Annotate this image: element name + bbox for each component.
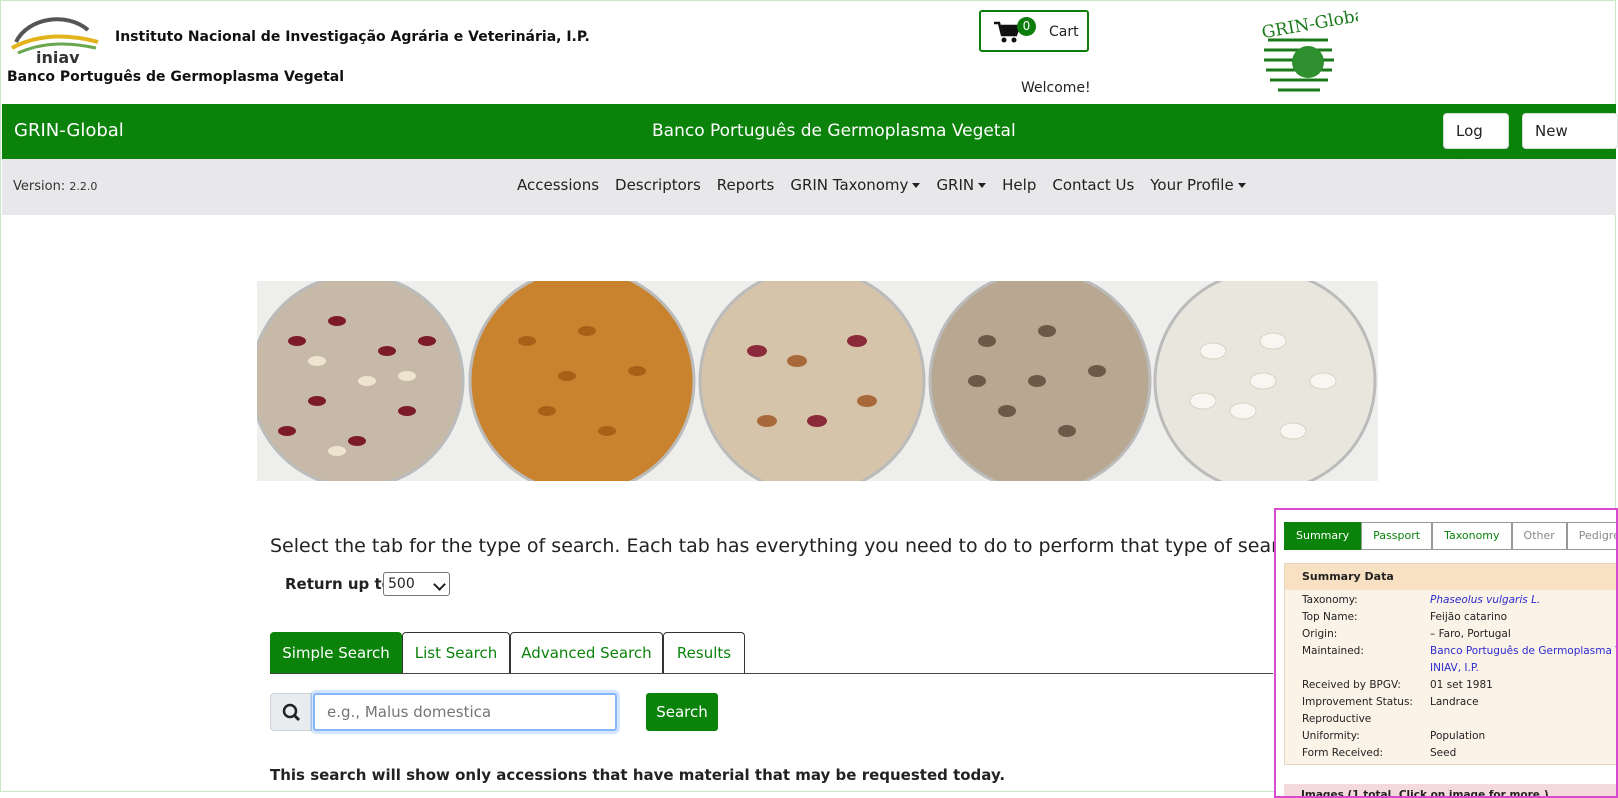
- nav-reports[interactable]: Reports: [717, 176, 775, 194]
- summary-key: Top Name:: [1302, 611, 1358, 623]
- iniav-logo-text: iniav: [36, 48, 80, 64]
- summary-value: 01 set 1981: [1430, 679, 1493, 691]
- images-section-heading[interactable]: Images (1 total. Click on image for more…: [1284, 784, 1616, 796]
- caret-down-icon: [978, 183, 987, 188]
- nav-grin-dropdown[interactable]: GRIN: [936, 176, 987, 194]
- summary-key: Improvement Status:: [1302, 696, 1413, 708]
- tab-simple-search[interactable]: Simple Search: [270, 632, 402, 673]
- search-input[interactable]: [313, 693, 617, 731]
- summary-row: Form Received: Seed: [1302, 747, 1456, 759]
- bean-image-white: [1153, 281, 1378, 481]
- search-icon: [282, 703, 301, 722]
- genebank-name: Banco Português de Germoplasma Vegetal: [7, 69, 345, 85]
- nav-your-profile-dropdown[interactable]: Your Profile: [1150, 176, 1246, 194]
- summary-value: Feijão catarino: [1430, 611, 1508, 623]
- welcome-text: Welcome!: [1021, 80, 1091, 96]
- nav-contact-us[interactable]: Contact Us: [1052, 176, 1134, 194]
- institute-name: Instituto Nacional de Investigação Agrár…: [115, 29, 590, 45]
- summary-value: – Faro, Portugal: [1430, 628, 1511, 640]
- summary-value: Landrace: [1430, 696, 1479, 708]
- summary-value: Population: [1430, 730, 1486, 742]
- return-limit-select[interactable]: 500: [383, 572, 450, 596]
- version-info: Version: 2.2.0: [13, 179, 97, 194]
- search-instructions: Select the tab for the type of search. E…: [270, 535, 1308, 557]
- nav-help[interactable]: Help: [1002, 176, 1036, 194]
- summary-row: Taxonomy: Phaseolus vulgaris L.: [1302, 594, 1540, 606]
- maintained-link[interactable]: Banco Português de Germoplasma Veg: [1430, 645, 1616, 657]
- summary-key: Uniformity:: [1302, 730, 1360, 742]
- grin-global-logo-text: GRIN-Global: [1260, 10, 1358, 43]
- summary-row: Origin: – Faro, Portugal: [1302, 628, 1511, 640]
- summary-key: Origin:: [1302, 628, 1338, 640]
- summary-row: Uniformity: Population: [1302, 730, 1485, 742]
- return-up-to-label: Return up to: [285, 575, 392, 593]
- summary-key: Maintained:: [1302, 645, 1364, 657]
- nav-descriptors[interactable]: Descriptors: [615, 176, 701, 194]
- caret-down-icon: [1237, 183, 1246, 188]
- summary-row: Received by BPGV: 01 set 1981: [1302, 679, 1493, 691]
- preview-tab-taxonomy[interactable]: Taxonomy: [1432, 522, 1512, 550]
- tab-advanced-search[interactable]: Advanced Search: [510, 632, 663, 673]
- search-icon-addon: [270, 693, 312, 731]
- taxonomy-link[interactable]: Phaseolus vulgaris L.: [1430, 594, 1540, 606]
- nav-grin-taxonomy-label: GRIN Taxonomy: [790, 176, 909, 194]
- nav-grin-taxonomy-dropdown[interactable]: GRIN Taxonomy: [790, 176, 921, 194]
- bean-image-orange: [467, 281, 697, 481]
- summary-row: Maintained: Banco Português de Germoplasm…: [1302, 645, 1616, 657]
- preview-tab-pedigree[interactable]: Pedigree: [1566, 522, 1616, 550]
- iniav-logo[interactable]: iniav: [8, 12, 100, 64]
- grin-global-logo[interactable]: GRIN-Global: [1258, 10, 1358, 106]
- cart-label: Cart: [1049, 24, 1079, 40]
- summary-key: Form Received:: [1302, 747, 1384, 759]
- nav-accessions[interactable]: Accessions: [517, 176, 599, 194]
- summary-row: Improvement Status: Landrace: [1302, 696, 1479, 708]
- preview-tab-other[interactable]: Other: [1511, 522, 1567, 550]
- summary-row: Reproductive: [1302, 713, 1430, 725]
- nav-menu: Accessions Descriptors Reports GRIN Taxo…: [517, 176, 1262, 194]
- secondary-navbar: Version: 2.2.0 Accessions Descriptors Re…: [2, 159, 1616, 215]
- summary-row: Top Name: Feijão catarino: [1302, 611, 1507, 623]
- maintained-link-cont[interactable]: INIAV, I.P.: [1430, 662, 1479, 674]
- bean-image-mixed: [697, 281, 927, 481]
- search-availability-note: This search will show only accessions th…: [270, 766, 1006, 784]
- bean-image-red-mix: [257, 281, 467, 481]
- site-title: Banco Português de Germoplasma Vegetal: [652, 121, 1016, 141]
- main-navbar: GRIN-Global Banco Português de Germoplas…: [2, 104, 1618, 174]
- version-label: Version:: [13, 179, 66, 194]
- tab-results[interactable]: Results: [663, 632, 745, 673]
- summary-data-heading: Summary Data: [1285, 564, 1616, 590]
- preview-tab-summary[interactable]: Summary: [1284, 522, 1362, 550]
- cart-button[interactable]: 0 Cart: [979, 10, 1089, 52]
- search-button[interactable]: Search: [646, 693, 718, 731]
- preview-tabs: Summary Passport Taxonomy Other Pedigree: [1284, 522, 1616, 550]
- bean-image-pinto: [927, 281, 1153, 481]
- search-tabs: Simple Search List Search Advanced Searc…: [270, 632, 1273, 674]
- bean-images-banner: [257, 281, 1378, 481]
- summary-data-box: Summary Data Taxonomy: Phaseolus vulgaris…: [1284, 563, 1616, 765]
- summary-value: Seed: [1430, 747, 1457, 759]
- version-number: 2.2.0: [69, 180, 98, 193]
- summary-row: INIAV, I.P.: [1302, 662, 1479, 674]
- accession-preview-panel: Summary Passport Taxonomy Other Pedigree…: [1274, 508, 1618, 798]
- summary-key: Reproductive: [1302, 713, 1372, 725]
- brand-link[interactable]: GRIN-Global: [14, 120, 124, 141]
- summary-key: Taxonomy:: [1302, 594, 1358, 606]
- summary-key: Received by BPGV:: [1302, 679, 1401, 691]
- nav-grin-label: GRIN: [936, 176, 975, 194]
- new-user-button[interactable]: New User: [1522, 113, 1618, 174]
- chevron-down-icon: [433, 578, 446, 591]
- return-limit-value: 500: [388, 576, 415, 592]
- preview-tab-passport[interactable]: Passport: [1361, 522, 1433, 550]
- nav-your-profile-label: Your Profile: [1150, 176, 1234, 194]
- login-button[interactable]: Log in: [1443, 113, 1509, 174]
- caret-down-icon: [912, 183, 921, 188]
- cart-count-badge: 0: [1017, 17, 1036, 36]
- tab-list-search[interactable]: List Search: [402, 632, 510, 673]
